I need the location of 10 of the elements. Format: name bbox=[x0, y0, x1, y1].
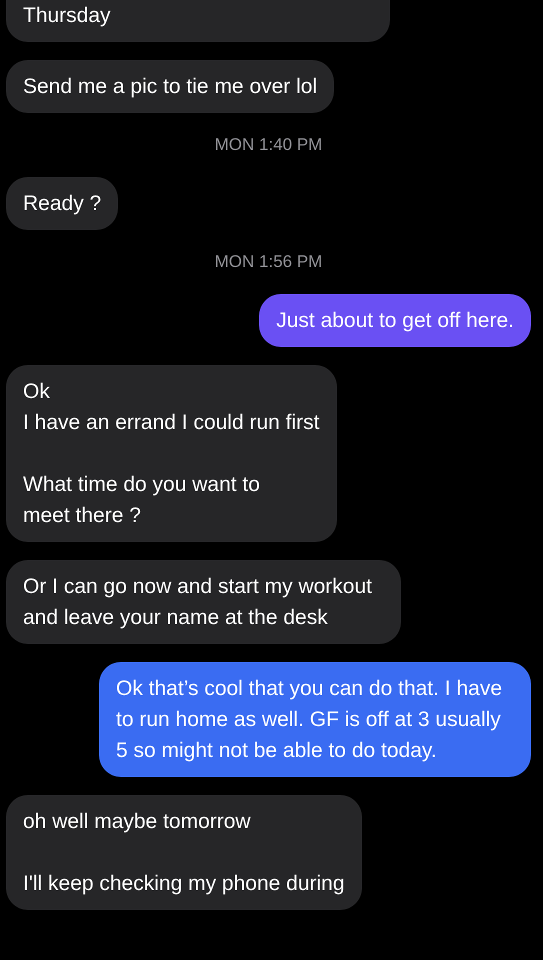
sent-message: Ok that’s cool that you can do that. I have to run home as well. GF is off at 3 usually 5 so might not be able to do today. bbox=[99, 662, 531, 777]
sent-message: Just about to get off here. bbox=[259, 294, 531, 347]
received-message: oh well maybe tomorrow I'll keep checking my phone during bbox=[6, 795, 362, 910]
received-message: Or I can go now and start my workout and leave your name at the desk bbox=[6, 560, 401, 644]
received-message: Thursday bbox=[6, 0, 390, 42]
timestamp: MON 1:56 PM bbox=[214, 252, 324, 272]
received-message: Send me a pic to tie me over lol bbox=[6, 60, 334, 113]
received-message: Ok I have an errand I could run first What time do you want to meet there ? bbox=[6, 365, 336, 542]
received-message: Ready ? bbox=[6, 177, 118, 230]
timestamp: MON 1:40 PM bbox=[214, 135, 324, 155]
